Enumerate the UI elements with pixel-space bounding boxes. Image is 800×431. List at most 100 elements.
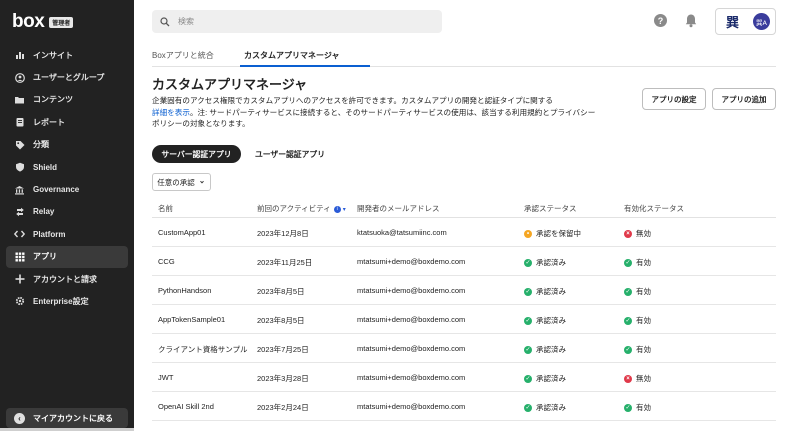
app-name[interactable]: OpenAI Skill 2nd	[158, 402, 214, 411]
sidebar-item-6[interactable]: Governance	[6, 178, 128, 200]
back-to-my-account-label: マイアカウントに戻る	[33, 413, 113, 423]
approval-filter-dropdown[interactable]: 任意の承認	[152, 173, 211, 191]
check-circle-icon: ✓	[624, 316, 632, 325]
sidebar: box 管理者 インサイト ユーザーとグループ コンテンツ レポート 分類 Shield G…	[0, 0, 134, 431]
check-circle-icon: ✓	[524, 403, 532, 412]
app-name[interactable]: クライアント資格サンプル	[158, 344, 247, 355]
description-text-2: 。注: サードパーティサービスに接続すると、そのサードパーティサービスの使用は、…	[189, 107, 596, 117]
user-auth-apps-toggle[interactable]: ユーザー認証アプリ	[244, 145, 336, 163]
sidebar-item-10[interactable]: アカウントと請求	[6, 268, 128, 290]
sidebar-item-label: アプリ	[33, 252, 57, 262]
table-row[interactable]: OpenAI Skill 2nd 2023年2月24日 mtatsumi+demo@…	[152, 392, 776, 421]
x-circle-icon: ×	[624, 229, 632, 238]
table-header: 名前 前回のアクティビティ i ▾ 開発者のメールアドレス 承認ステータス 有効化ス…	[152, 197, 776, 218]
notification-bell-icon[interactable]	[684, 13, 698, 28]
dev-email: ktatsuoka@tatsumiinc.com	[357, 228, 447, 237]
table-row[interactable]: CustomApp01 2023年12月8日 ktatsuoka@tatsumiin…	[152, 218, 776, 247]
check-circle-icon: ✓	[524, 345, 532, 354]
add-app-button[interactable]: アプリの追加	[712, 88, 776, 110]
avatar[interactable]: 巽A	[753, 13, 770, 30]
col-approval-status[interactable]: 承認ステータス	[524, 203, 577, 214]
box-logo[interactable]: box	[12, 11, 45, 33]
col-dev-email[interactable]: 開発者のメールアドレス	[357, 203, 440, 214]
app-name[interactable]: CCG	[158, 257, 175, 266]
dev-email: mtatsumi+demo@boxdemo.com	[357, 402, 466, 411]
sidebar-item-9[interactable]: アプリ	[6, 245, 128, 268]
back-arrow-icon: ‹	[14, 412, 25, 424]
last-activity: 2023年7月25日	[257, 345, 309, 354]
last-activity: 2023年8月5日	[257, 287, 305, 296]
check-circle-icon: ✓	[624, 287, 632, 296]
sidebar-item-7[interactable]: Relay	[6, 201, 128, 223]
enable-status-label: 無効	[636, 374, 651, 383]
sidebar-item-label: Shield	[33, 162, 58, 172]
last-activity: 2023年3月28日	[257, 374, 309, 383]
sidebar-item-2[interactable]: コンテンツ	[6, 89, 128, 111]
sidebar-item-3[interactable]: レポート	[6, 111, 128, 133]
account-menu[interactable]: 巽 巽A	[715, 8, 776, 35]
table-row[interactable]: PythonHandson 2023年8月5日 mtatsumi+demo@boxd…	[152, 276, 776, 305]
sidebar-item-8[interactable]: Platform	[6, 223, 128, 245]
tab-custom-app-manager[interactable]: カスタムアプリマネージャ	[244, 50, 339, 61]
sidebar-item-label: インサイト	[33, 50, 73, 60]
sidebar-item-label: アカウントと請求	[33, 274, 97, 284]
approval-status: ✓ 承認済み	[524, 344, 566, 355]
enable-status-label: 有効	[636, 287, 651, 296]
check-circle-icon: ✓	[624, 345, 632, 354]
enable-status: ✓ 有効	[624, 344, 651, 355]
sidebar-item-label: Governance	[33, 185, 80, 195]
pending-icon: •	[524, 229, 532, 238]
sidebar-item-11[interactable]: Enterprise設定	[6, 290, 128, 312]
search-box[interactable]	[152, 10, 442, 33]
gear-icon	[14, 296, 25, 307]
last-activity: 2023年12月8日	[257, 229, 309, 238]
table-row[interactable]: クライアント資格サンプル 2023年7月25日 mtatsumi+demo@boxd…	[152, 334, 776, 363]
check-circle-icon: ✓	[524, 287, 532, 296]
approval-status-label: 承認済み	[536, 403, 566, 412]
app-name[interactable]: AppTokenSample01	[158, 315, 225, 324]
check-circle-icon: ✓	[624, 403, 632, 412]
sidebar-item-label: ユーザーとグループ	[33, 73, 105, 83]
enable-status: × 無効	[624, 373, 651, 384]
page-description: 企業固有のアクセス権限でカスタムアプリへのアクセスを許可できます。カスタムアプリ…	[152, 95, 622, 130]
sidebar-item-label: Relay	[33, 207, 55, 217]
chevron-down-icon	[199, 180, 204, 184]
sidebar-item-1[interactable]: ユーザーとグループ	[6, 66, 128, 88]
enable-status-label: 有効	[636, 345, 651, 354]
app-name[interactable]: JWT	[158, 373, 173, 382]
search-icon	[160, 16, 170, 26]
dev-email: mtatsumi+demo@boxdemo.com	[357, 373, 466, 382]
dev-email: mtatsumi+demo@boxdemo.com	[357, 286, 466, 295]
info-icon[interactable]: i	[333, 205, 341, 213]
enable-status-label: 有効	[636, 258, 651, 267]
learn-more-link[interactable]: 詳細を表示	[152, 108, 190, 117]
check-circle-icon: ✓	[524, 258, 532, 267]
approval-status-label: 承認済み	[536, 345, 566, 354]
app-name[interactable]: CustomApp01	[158, 228, 206, 237]
x-circle-icon: ×	[624, 374, 632, 383]
app-settings-button[interactable]: アプリの設定	[642, 88, 706, 110]
table-row[interactable]: CCG 2023年11月25日 mtatsumi+demo@boxdemo.com ✓…	[152, 247, 776, 276]
approval-status: ✓ 承認済み	[524, 373, 566, 384]
col-last-activity[interactable]: 前回のアクティビティ i ▾	[257, 203, 346, 214]
search-input[interactable]	[178, 17, 418, 26]
app-name[interactable]: PythonHandson	[158, 286, 211, 295]
table-body: CustomApp01 2023年12月8日 ktatsuoka@tatsumiin…	[152, 218, 776, 421]
col-enable-status[interactable]: 有効化ステータス	[624, 203, 684, 214]
dev-email: mtatsumi+demo@boxdemo.com	[357, 257, 466, 266]
sidebar-item-label: レポート	[33, 117, 65, 127]
tab-box-apps[interactable]: Boxアプリと統合	[152, 50, 214, 61]
approval-status-label: 承認済み	[536, 316, 566, 325]
server-auth-apps-toggle[interactable]: サーバー認証アプリ	[152, 145, 241, 163]
table-row[interactable]: JWT 2023年3月28日 mtatsumi+demo@boxdemo.com ✓ 承…	[152, 363, 776, 392]
sidebar-item-0[interactable]: インサイト	[6, 44, 128, 66]
sidebar-item-4[interactable]: 分類	[6, 134, 128, 156]
sort-desc-icon[interactable]: ▾	[343, 207, 346, 213]
table-row[interactable]: AppTokenSample01 2023年8月5日 mtatsumi+demo@b…	[152, 305, 776, 334]
back-to-my-account-button[interactable]: ‹ マイアカウントに戻る	[6, 408, 128, 428]
enable-status: ✓ 有効	[624, 257, 651, 268]
col-name[interactable]: 名前	[158, 203, 173, 214]
help-icon[interactable]: ?	[654, 14, 667, 27]
enable-status: × 無効	[624, 228, 651, 239]
sidebar-item-5[interactable]: Shield	[6, 156, 128, 178]
